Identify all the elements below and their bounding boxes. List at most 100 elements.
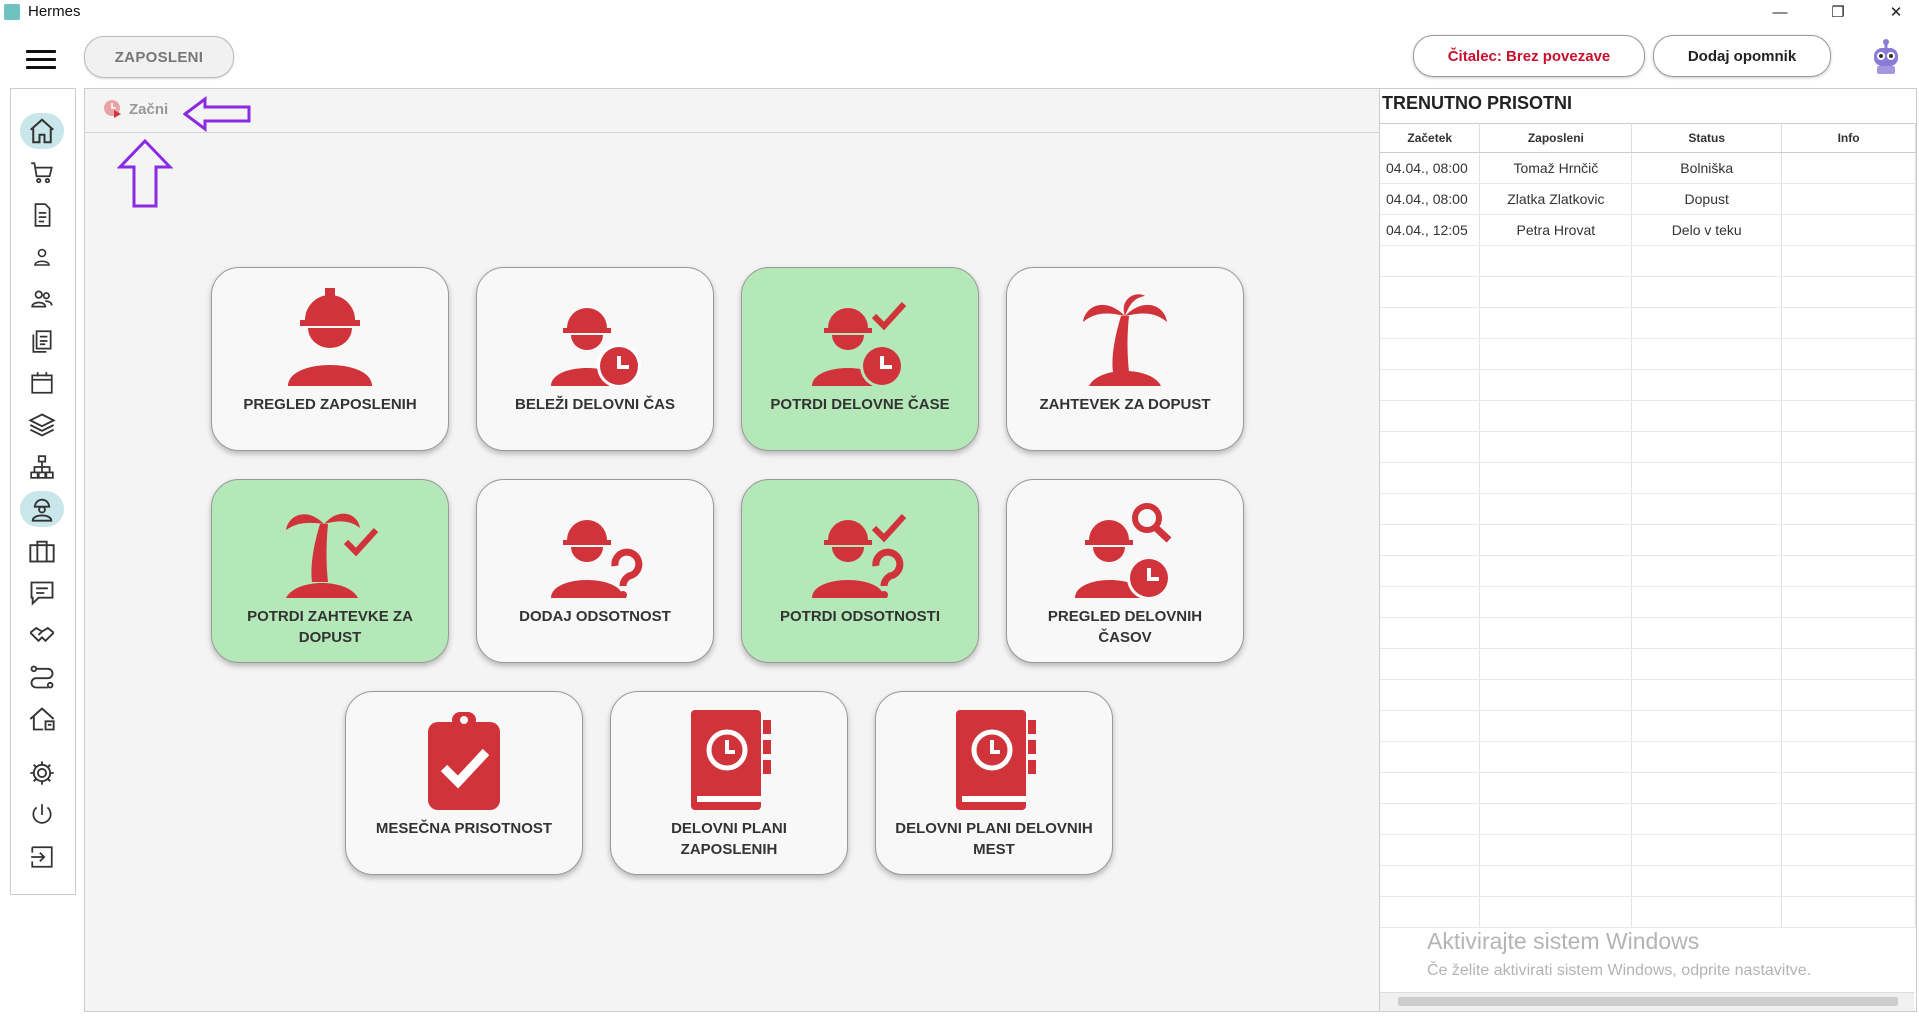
presence-panel: TRENUTNO PRISOTNI Začetek Zaposleni Stat… <box>1379 88 1917 1012</box>
tile-dodaj-odsotnost[interactable]: DODAJ ODSOTNOST <box>476 479 714 663</box>
worker-icon[interactable] <box>20 491 64 527</box>
table-row-empty <box>1380 524 1916 556</box>
worker-search-clock-icon <box>1075 503 1172 598</box>
tile-delovni-plani-delovnih-mest[interactable]: DELOVNI PLANI DELOVNIH MEST <box>875 691 1113 875</box>
tile-mesecna-prisotnost[interactable]: MESEČNA PRISOTNOST <box>345 691 583 875</box>
cell-info <box>1781 183 1916 215</box>
table-row-empty <box>1380 493 1916 525</box>
cell-employee: Petra Hrovat <box>1479 214 1633 246</box>
chat-icon[interactable] <box>20 575 64 611</box>
reader-status-button[interactable]: Čitalec: Brez povezave <box>1413 35 1645 77</box>
layers-icon[interactable] <box>20 407 64 443</box>
table-row-empty <box>1380 307 1916 339</box>
documents-icon[interactable] <box>20 323 64 359</box>
tile-label: DELOVNI PLANI DELOVNIH MEST <box>895 820 1093 858</box>
book-clock-icon <box>956 710 1036 810</box>
tile-label: DODAJ ODSOTNOST <box>519 608 671 625</box>
table-row-empty <box>1380 679 1916 711</box>
table-row-empty <box>1380 555 1916 587</box>
horizontal-scrollbar[interactable] <box>1380 992 1914 1011</box>
table-row[interactable]: 04.04., 08:00 Zlatka Zlatkovic Dopust <box>1380 183 1916 215</box>
cell-start: 04.04., 12:05 <box>1380 214 1481 246</box>
restore-button[interactable]: ❐ <box>1815 0 1861 24</box>
close-button[interactable]: ✕ <box>1873 0 1919 24</box>
tile-delovni-plani-zaposlenih[interactable]: DELOVNI PLANI ZAPOSLENIH <box>610 691 848 875</box>
table-row-empty <box>1380 400 1916 432</box>
column-header-zaposleni[interactable]: Zaposleni <box>1479 123 1633 153</box>
table-row-empty <box>1380 462 1916 494</box>
tile-label: DELOVNI PLANI ZAPOSLENIH <box>671 820 787 858</box>
cell-start: 04.04., 08:00 <box>1380 183 1481 215</box>
column-header-status[interactable]: Status <box>1631 123 1783 153</box>
home-icon[interactable] <box>20 113 64 149</box>
person-icon[interactable] <box>20 239 64 275</box>
table-row[interactable]: 04.04., 08:00 Tomaž Hrnčič Bolniška <box>1380 152 1916 184</box>
house-icon[interactable] <box>20 701 64 737</box>
table-row-empty <box>1380 896 1916 928</box>
column-header-zacetek[interactable]: Začetek <box>1380 123 1481 153</box>
cell-info <box>1781 214 1916 246</box>
tile-potrdi-delovne-case[interactable]: POTRDI DELOVNE ČASE <box>741 267 979 451</box>
table-row-empty <box>1380 617 1916 649</box>
presence-title: TRENUTNO PRISOTNI <box>1382 93 1573 113</box>
add-reminder-button[interactable]: Dodaj opomnik <box>1653 35 1831 77</box>
worker-question-icon <box>551 520 643 598</box>
document-icon[interactable] <box>20 197 64 233</box>
cell-status: Dopust <box>1631 183 1783 215</box>
tile-label: BELEŽI DELOVNI ČAS <box>514 396 675 413</box>
cell-employee: Zlatka Zlatkovic <box>1479 183 1633 215</box>
column-header-info[interactable]: Info <box>1781 123 1916 153</box>
route-icon[interactable] <box>20 659 64 695</box>
tile-belezi-delovni-cas[interactable]: BELEŽI DELOVNI ČAS <box>476 267 714 451</box>
table-row-empty <box>1380 710 1916 742</box>
table-row-empty <box>1380 741 1916 773</box>
cell-status: Bolniška <box>1631 152 1783 184</box>
tile-pregled-zaposlenih[interactable]: PREGLED ZAPOSLENIH <box>211 267 449 451</box>
table-row-empty <box>1380 772 1916 804</box>
calendar-icon[interactable] <box>20 365 64 401</box>
tile-label: PREGLED ZAPOSLENIH <box>243 396 417 413</box>
cell-start: 04.04., 08:00 <box>1380 152 1481 184</box>
breadcrumb[interactable]: Začni <box>103 99 168 119</box>
logout-icon[interactable] <box>20 839 64 875</box>
table-row-empty <box>1380 369 1916 401</box>
handshake-icon[interactable] <box>20 617 64 653</box>
table-row-empty <box>1380 648 1916 680</box>
tile-potrdi-zahtevke-za-dopust[interactable]: POTRDI ZAHTEVKE ZA DOPUST <box>211 479 449 663</box>
tile-label: ZAHTEVEK ZA DOPUST <box>1039 396 1211 413</box>
table-row-empty <box>1380 834 1916 866</box>
cell-status: Delo v teku <box>1631 214 1783 246</box>
robot-avatar-icon[interactable] <box>1866 36 1906 76</box>
tile-zahtevek-za-dopust[interactable]: ZAHTEVEK ZA DOPUST <box>1006 267 1244 451</box>
tile-potrdi-odsotnosti[interactable]: POTRDI ODSOTNOSTI <box>741 479 979 663</box>
briefcase-icon[interactable] <box>20 533 64 569</box>
people-icon[interactable] <box>20 281 64 317</box>
tile-label: POTRDI ZAHTEVKE ZA DOPUST <box>247 608 413 646</box>
hamburger-menu-icon[interactable] <box>26 50 56 72</box>
table-row-empty <box>1380 865 1916 897</box>
annotation-arrow-up-icon <box>117 139 173 208</box>
minimize-button[interactable]: — <box>1757 0 1803 24</box>
cart-icon[interactable] <box>20 155 64 191</box>
tile-pregled-delovnih-casov[interactable]: PREGLED DELOVNIH ČASOV <box>1006 479 1244 663</box>
annotation-arrow-left-icon <box>183 96 251 132</box>
app-logo-icon <box>4 4 20 20</box>
table-row-empty <box>1380 586 1916 618</box>
tile-label: MESEČNA PRISOTNOST <box>375 820 553 837</box>
cell-info <box>1781 152 1916 184</box>
power-icon[interactable] <box>20 797 64 833</box>
scrollbar-thumb[interactable] <box>1398 997 1898 1006</box>
palm-island-check-icon <box>286 513 379 598</box>
palm-island-icon <box>1083 294 1167 386</box>
activation-watermark-title: Aktivirajte sistem Windows <box>1427 928 1700 954</box>
worker-clock-icon <box>551 308 641 386</box>
clipboard-check-icon <box>428 712 500 810</box>
sitemap-icon[interactable] <box>20 449 64 485</box>
table-row[interactable]: 04.04., 12:05 Petra Hrovat Delo v teku <box>1380 214 1916 246</box>
tile-label: POTRDI DELOVNE ČASE <box>770 396 950 413</box>
settings-icon[interactable] <box>20 755 64 791</box>
breadcrumb-label: Začni <box>129 100 169 118</box>
module-label[interactable]: ZAPOSLENI <box>84 36 234 78</box>
cell-employee: Tomaž Hrnčič <box>1479 152 1633 184</box>
activation-watermark-text: Če želite aktivirati sistem Windows, odp… <box>1427 962 1812 979</box>
